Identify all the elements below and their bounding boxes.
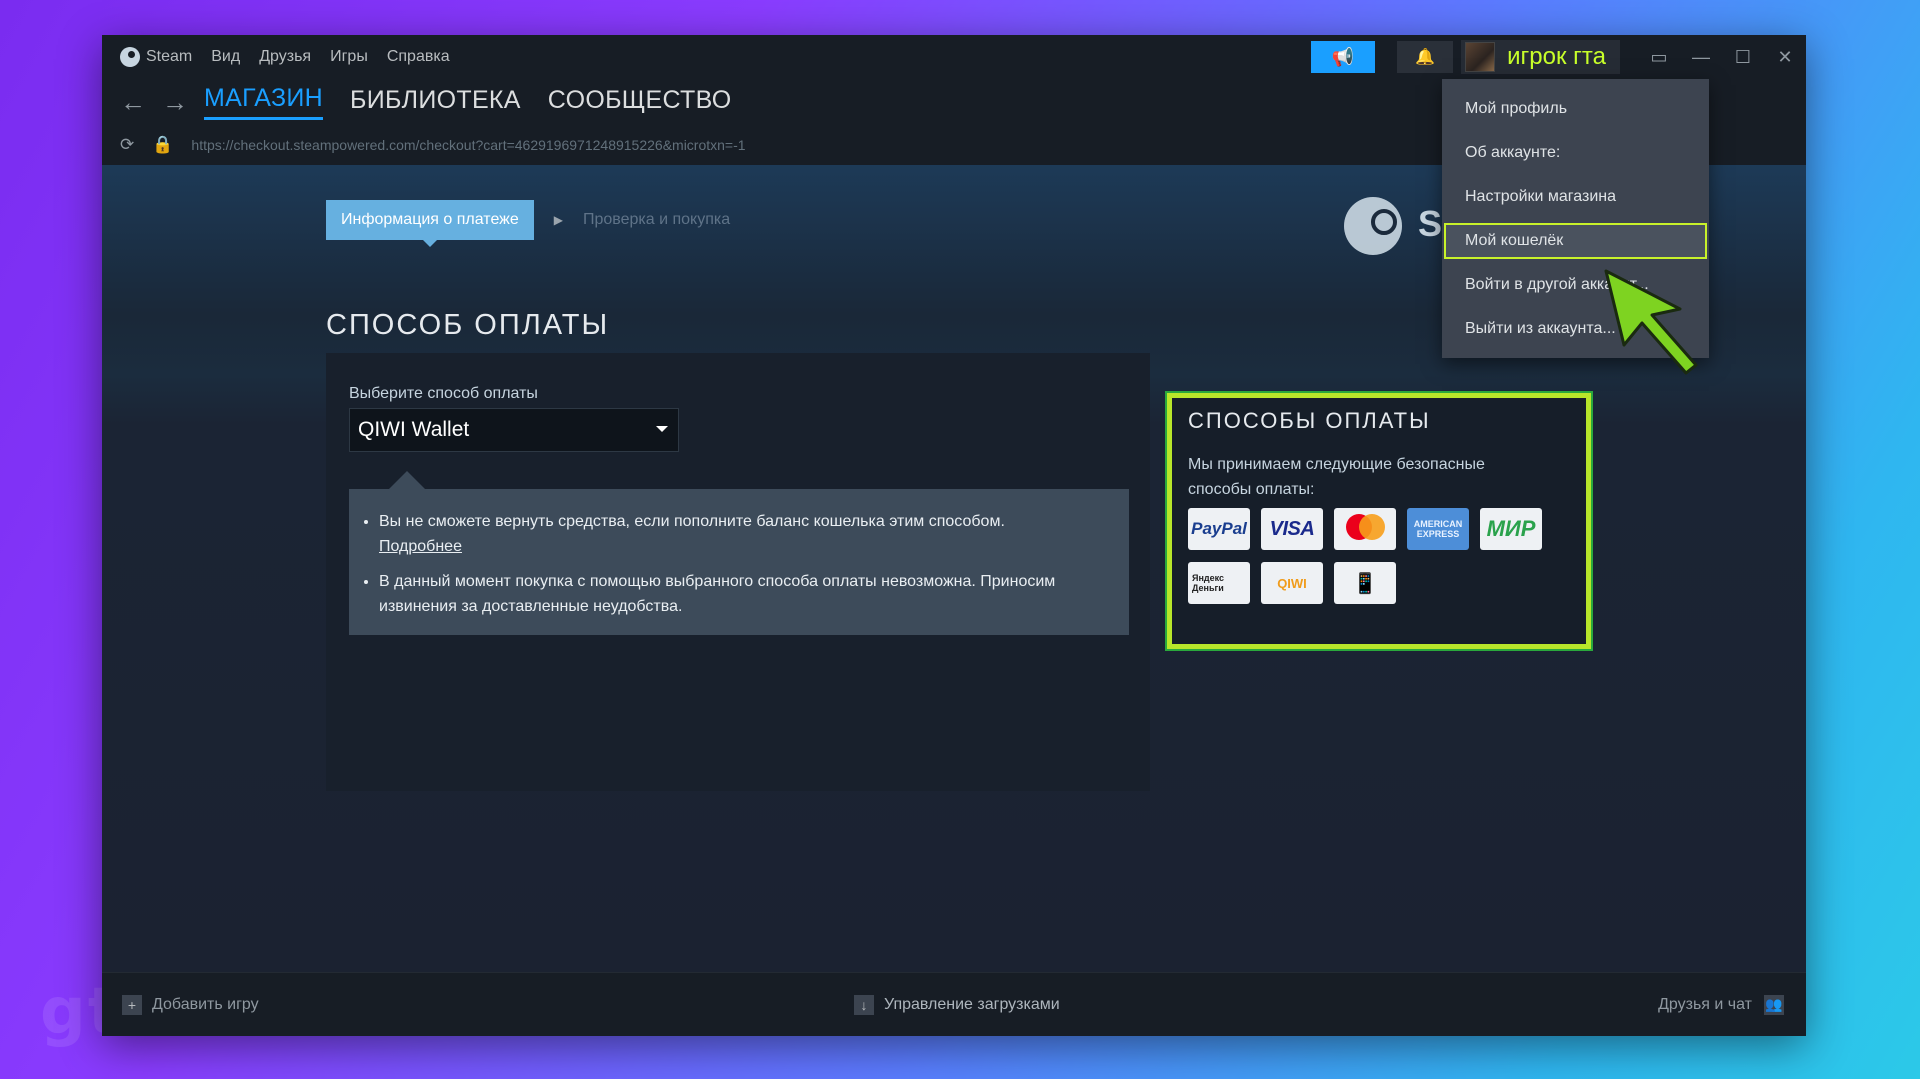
selected-payment-method: QIWI Wallet: [358, 418, 470, 441]
maximize-icon: ☐: [1734, 46, 1752, 67]
more-info-link[interactable]: Подробнее: [379, 538, 462, 555]
mobile-payment-icon: 📱: [1334, 562, 1396, 604]
notice-item: В данный момент покупка с помощью выбран…: [379, 569, 1109, 619]
tab-store[interactable]: МАГАЗИН: [204, 84, 323, 120]
bell-icon: 🔔: [1415, 49, 1436, 66]
menu-my-wallet[interactable]: Мой кошелёк: [1444, 223, 1707, 259]
paypal-logo: PayPal: [1188, 508, 1250, 550]
pointer-arrow-icon: [1604, 269, 1698, 375]
payment-method-select[interactable]: QIWI Wallet: [349, 408, 679, 452]
notifications-button[interactable]: 🔔: [1397, 41, 1454, 73]
chevron-down-icon: [656, 426, 668, 432]
steam-logo-icon[interactable]: [120, 47, 140, 67]
menu-store-preferences[interactable]: Настройки магазина: [1442, 179, 1709, 215]
back-arrow-icon[interactable]: ←: [120, 87, 146, 118]
megaphone-icon: 📢: [1331, 46, 1355, 67]
mir-logo: МИР: [1480, 508, 1542, 550]
minimize-icon: —: [1692, 46, 1710, 67]
payment-methods-description: Мы принимаем следующие безопасные способ…: [1188, 456, 1485, 498]
amex-logo: AMERICAN EXPRESS: [1407, 508, 1469, 550]
minimize-button[interactable]: —: [1680, 35, 1722, 79]
friends-icon: 👥: [1764, 994, 1784, 1015]
add-game-label: Добавить игру: [152, 995, 259, 1013]
close-icon: ✕: [1777, 46, 1793, 67]
friends-chat-button[interactable]: Друзья и чат 👥: [1658, 994, 1784, 1015]
download-icon: ↓: [854, 994, 874, 1015]
reload-icon[interactable]: ⟳: [120, 135, 134, 155]
step-payment-info: Информация о платеже: [326, 200, 534, 247]
notice-item: Вы не сможете вернуть средства, если поп…: [379, 509, 1109, 559]
tab-community[interactable]: СООБЩЕСТВО: [548, 86, 732, 119]
notice-refund-text: Вы не сможете вернуть средства, если поп…: [379, 513, 1005, 530]
payment-notice: Вы не сможете вернуть средства, если поп…: [349, 471, 1129, 635]
steam-window: Steam Вид Друзья Игры Справка 📢 🔔 игрок …: [102, 35, 1806, 1036]
add-game-button[interactable]: + Добавить игру: [122, 994, 259, 1015]
url-text[interactable]: https://checkout.steampowered.com/checko…: [191, 137, 745, 153]
page-title: СПОСОБ ОПЛАТЫ: [326, 309, 610, 341]
yandex-money-logo: Яндекс Деньги: [1188, 562, 1250, 604]
tab-library[interactable]: БИБЛИОТЕКА: [350, 86, 521, 119]
qiwi-logo: QIWI: [1261, 562, 1323, 604]
menu-games[interactable]: Игры: [330, 48, 368, 66]
announcements-button[interactable]: 📢: [1311, 41, 1376, 73]
step-arrow-icon: ▶: [553, 213, 563, 227]
notice-unavailable-text: В данный момент покупка с помощью выбран…: [379, 573, 1056, 615]
plus-icon: +: [122, 994, 142, 1015]
title-right-controls: 📢 🔔 игрок гта ▭ — ☐ ✕: [1311, 35, 1806, 79]
title-bar: Steam Вид Друзья Игры Справка 📢 🔔 игрок …: [102, 35, 1806, 79]
forward-arrow-icon[interactable]: →: [162, 87, 188, 118]
menu-account-details[interactable]: Об аккаунте:: [1442, 135, 1709, 171]
menu-view[interactable]: Вид: [211, 48, 240, 66]
downloads-button[interactable]: ↓ Управление загрузками: [854, 994, 1060, 1015]
payment-methods-title: СПОСОБЫ ОПЛАТЫ: [1188, 408, 1431, 433]
lock-icon: 🔒: [152, 135, 174, 154]
avatar: [1465, 42, 1496, 72]
visa-logo: VISA: [1261, 508, 1323, 550]
checkout-steps: Информация о платеже ▶ Проверка и покупк…: [326, 200, 731, 247]
bottom-bar: + Добавить игру ↓ Управление загрузками …: [102, 972, 1806, 1036]
menu-steam[interactable]: Steam: [146, 48, 192, 66]
payment-select-label: Выберите способ оплаты: [349, 385, 538, 402]
mastercard-logo: [1334, 508, 1396, 550]
account-menu-button[interactable]: игрок гта: [1461, 40, 1620, 74]
friends-chat-label: Друзья и чат: [1658, 995, 1752, 1013]
menu-my-profile[interactable]: Мой профиль: [1442, 91, 1709, 127]
username: игрок гта: [1507, 43, 1606, 70]
menu-friends[interactable]: Друзья: [259, 48, 311, 66]
step-review: Проверка и покупка: [583, 211, 731, 228]
big-picture-button[interactable]: ▭: [1638, 35, 1680, 79]
steam-brand-logo: [1344, 197, 1402, 255]
close-button[interactable]: ✕: [1764, 35, 1806, 79]
payment-method-panel: Выберите способ оплаты QIWI Wallet Вы не…: [326, 353, 1150, 791]
payment-methods-box: СПОСОБЫ ОПЛАТЫ Мы принимаем следующие бе…: [1165, 391, 1593, 651]
menu-help[interactable]: Справка: [387, 48, 450, 66]
monitor-icon: ▭: [1650, 46, 1668, 67]
payment-logos: PayPal VISA AMERICAN EXPRESS МИР Яндекс …: [1188, 508, 1568, 616]
downloads-label: Управление загрузками: [884, 995, 1060, 1013]
maximize-button[interactable]: ☐: [1722, 35, 1764, 79]
